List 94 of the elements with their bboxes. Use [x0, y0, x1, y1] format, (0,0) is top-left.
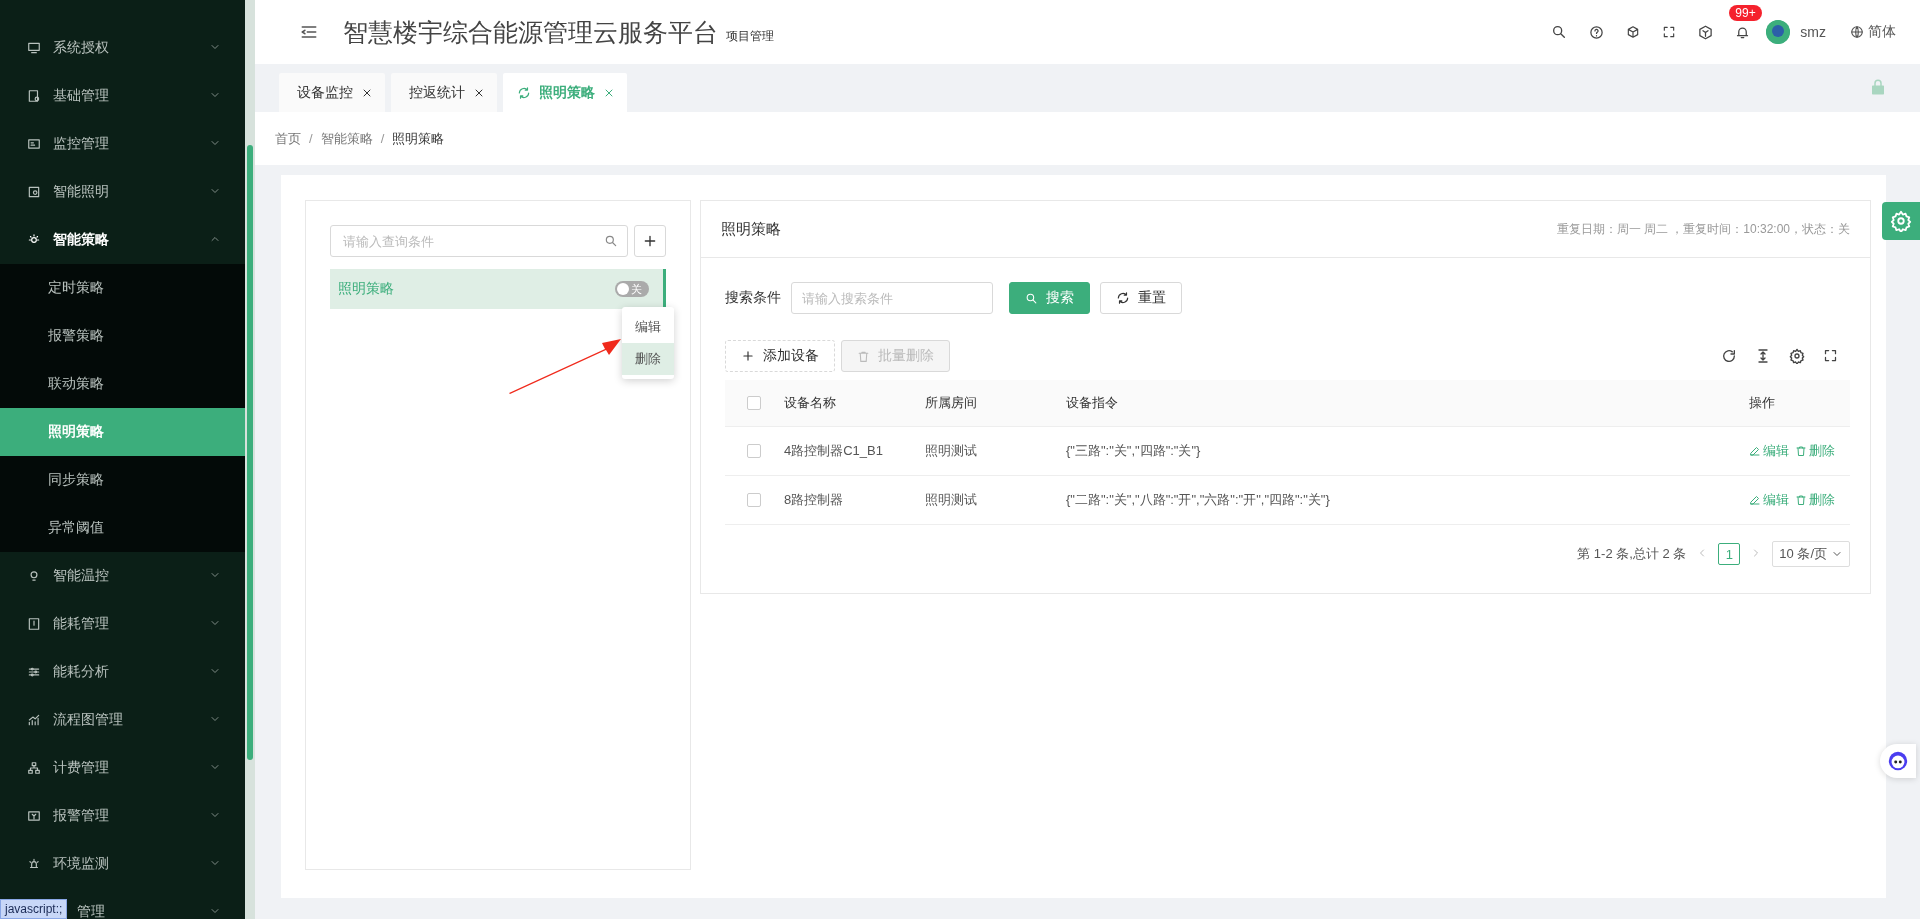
column-header: 设备名称 — [784, 395, 836, 410]
menu-item[interactable]: 编辑 — [622, 311, 674, 343]
user-name[interactable]: smz — [1800, 24, 1826, 40]
menu-item-icon — [27, 41, 41, 55]
fullscreen-icon[interactable] — [1823, 348, 1838, 363]
checkbox[interactable] — [747, 444, 761, 458]
hexagon-icon[interactable] — [1698, 24, 1714, 40]
table-cell: {"三路":"关","四路":"关"} — [1066, 443, 1201, 458]
submenu-item[interactable]: 联动策略 — [0, 360, 245, 408]
plus-icon — [741, 349, 755, 363]
sidebar-item[interactable]: 能耗分析 — [0, 648, 245, 696]
checkbox[interactable] — [747, 396, 761, 410]
settings-icon — [1890, 210, 1912, 232]
strategy-name: 照明策略 — [338, 280, 395, 298]
search-icon — [604, 234, 618, 248]
schedule-summary: 重复日期：周一 周二 ，重复时间：10:32:00，状态：关 — [1556, 220, 1850, 238]
settings-button[interactable] — [1882, 202, 1920, 240]
status-tooltip: javascript:; — [0, 899, 68, 919]
tab[interactable]: 设备监控 — [279, 73, 385, 112]
sidebar-item[interactable]: 智能照明 — [0, 168, 245, 216]
scrollbar[interactable] — [245, 0, 255, 919]
refresh-icon — [517, 85, 531, 100]
column-header: 设备指令 — [1066, 395, 1118, 410]
plus-icon — [642, 233, 658, 249]
menu-item-icon — [27, 665, 41, 679]
search-icon — [1025, 291, 1038, 305]
checkbox[interactable] — [747, 493, 761, 507]
pencil-icon — [1749, 494, 1761, 506]
submenu-item[interactable]: 异常阈值 — [0, 504, 245, 552]
settings-icon[interactable] — [1789, 348, 1805, 364]
sidebar-item[interactable]: 能耗管理 — [0, 600, 245, 648]
app-title: 智慧楼宇综合能源管理云服务平台 — [343, 16, 718, 48]
menu-item-icon — [27, 137, 41, 151]
search-icon[interactable] — [1551, 24, 1568, 40]
menu-item-icon — [27, 617, 41, 631]
app-subtitle: 项目管理 — [726, 27, 774, 45]
table-cell: 4路控制器C1_B1 — [784, 443, 883, 458]
help-icon[interactable] — [1589, 24, 1605, 40]
trash-icon — [1795, 494, 1807, 506]
refresh-icon[interactable] — [1721, 348, 1737, 364]
submenu-item[interactable]: 同步策略 — [0, 456, 245, 504]
menu-item-icon — [27, 857, 41, 871]
fullscreen-icon[interactable] — [1662, 25, 1677, 39]
refresh-icon — [1116, 291, 1130, 305]
menu-item-icon — [27, 809, 41, 823]
menu-item-icon — [27, 89, 41, 103]
menu-item-icon — [27, 185, 41, 199]
sidebar-item[interactable]: 基础管理 — [0, 72, 245, 120]
reset-button[interactable]: 重置 — [1100, 282, 1182, 314]
notification-badge: 99+ — [1729, 4, 1762, 21]
sidebar-item[interactable]: 系统授权 — [0, 24, 245, 72]
table-cell: 照明测试 — [925, 492, 977, 507]
pencil-icon — [1749, 445, 1761, 457]
table-cell: {"二路":"关","八路":"开","六路":"开","四路":"关"} — [1066, 492, 1330, 507]
tab[interactable]: 控返统计 — [391, 73, 497, 112]
breadcrumb-separator: / — [380, 131, 385, 146]
menu-item-icon — [27, 761, 41, 775]
column-header: 操作 — [1749, 395, 1775, 410]
sidebar-item[interactable]: 智能策略 — [0, 216, 245, 264]
table-cell: 照明测试 — [925, 443, 977, 458]
column-header: 所属房间 — [925, 395, 977, 410]
trash-icon — [857, 349, 870, 363]
sidebar-item[interactable]: 流程图管理 — [0, 696, 245, 744]
breadcrumb-separator: / — [309, 131, 313, 146]
robot-icon — [1887, 750, 1909, 772]
cube-icon[interactable] — [1626, 25, 1641, 39]
trash-icon — [1795, 445, 1807, 457]
submenu-item[interactable]: 报警策略 — [0, 312, 245, 360]
sidebar-item[interactable]: 智能温控 — [0, 552, 245, 600]
submenu-item[interactable]: 定时策略 — [0, 264, 245, 312]
search-label: 搜索条件 — [725, 289, 781, 307]
menu-item-icon — [27, 569, 41, 583]
avatar[interactable] — [1766, 20, 1791, 44]
sidebar-item[interactable]: 计费管理 — [0, 744, 245, 792]
page-size-select[interactable]: 10 条/页 — [1772, 541, 1850, 567]
menu-item-icon — [27, 713, 41, 727]
assistant-button[interactable] — [1880, 744, 1916, 778]
breadcrumb-item[interactable]: 首页 — [275, 129, 301, 148]
add-device-button[interactable]: 添加设备 — [725, 340, 835, 372]
language-menu[interactable]: 简体 — [1850, 23, 1896, 41]
breadcrumb-item: 照明策略 — [392, 129, 445, 148]
pagination-summary: 第 1-2 条,总计 2 条 — [1577, 545, 1687, 563]
search-field[interactable]: 请输入搜索条件 — [791, 282, 993, 314]
menu-item[interactable]: 删除 — [622, 343, 674, 375]
sidebar-item[interactable]: 环境监测 — [0, 840, 245, 888]
search-field[interactable]: 请输入查询条件 — [330, 225, 628, 257]
panel-title: 照明策略 — [721, 219, 782, 239]
sidebar-item[interactable]: 报警管理 — [0, 792, 245, 840]
breadcrumb-item[interactable]: 智能策略 — [320, 129, 373, 148]
bell-icon[interactable] — [1735, 24, 1751, 40]
sidebar-item[interactable]: 监控管理 — [0, 120, 245, 168]
table-cell: 8路控制器 — [784, 492, 844, 507]
add-button[interactable] — [634, 225, 666, 257]
globe-icon — [1850, 25, 1864, 39]
